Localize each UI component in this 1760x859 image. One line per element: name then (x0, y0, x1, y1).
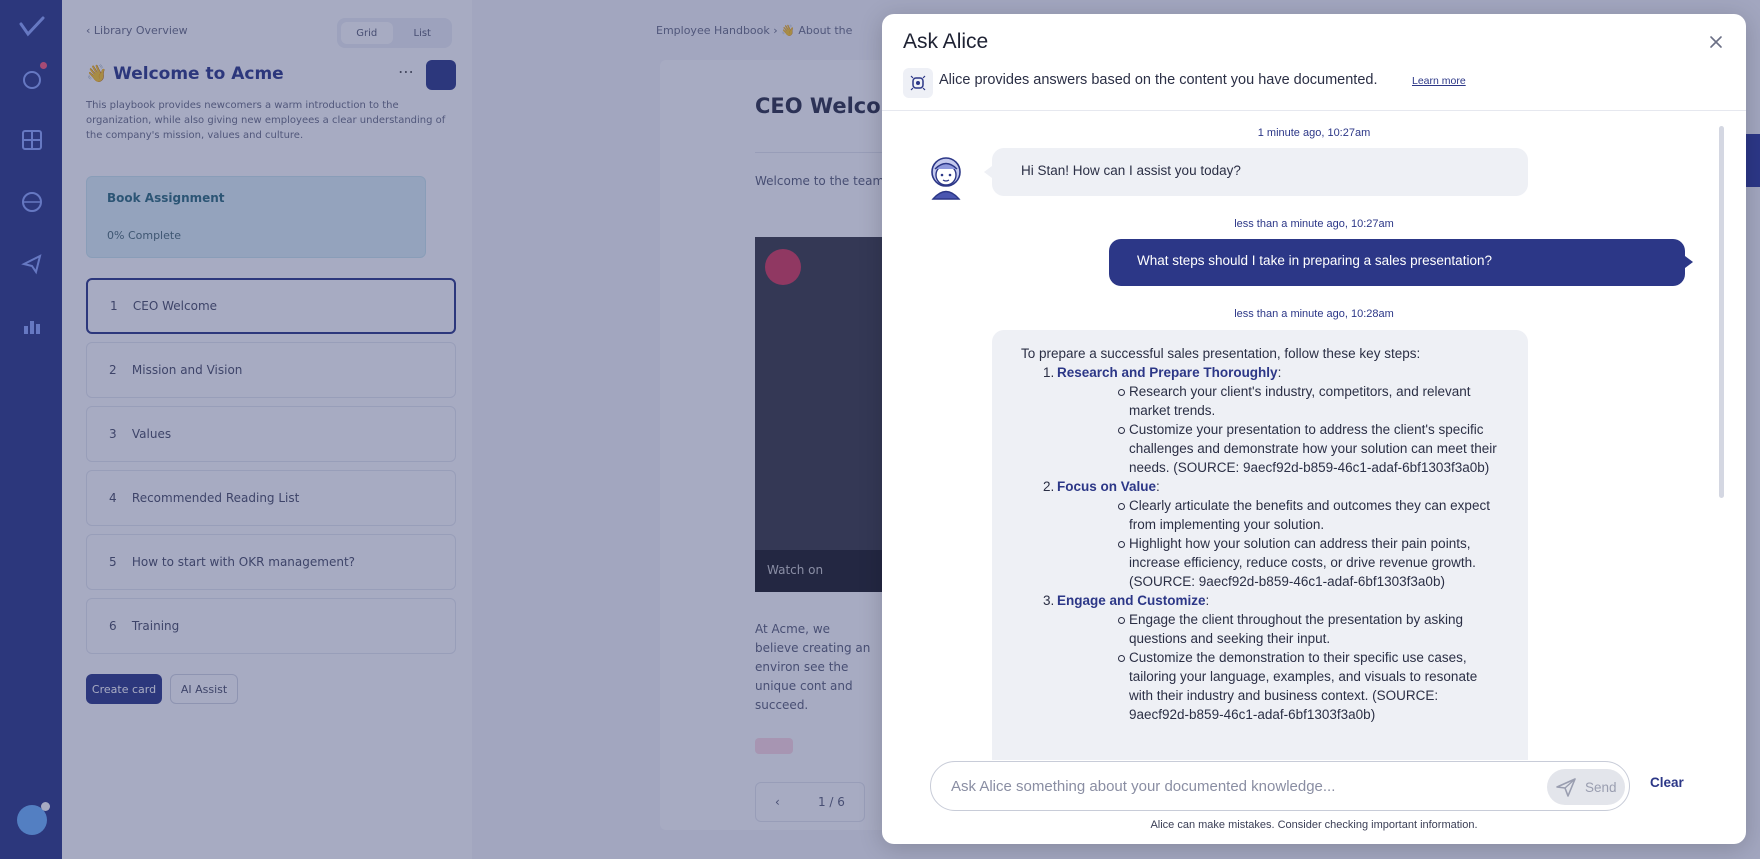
step-point: Customize the demonstration to their spe… (1057, 648, 1500, 724)
step-point: Engage the client throughout the present… (1057, 610, 1500, 648)
answer-step: 1. Research and Prepare Thoroughly: Rese… (1021, 363, 1500, 477)
step-points: Clearly articulate the benefits and outc… (1057, 496, 1500, 591)
send-icon (1556, 778, 1576, 797)
step-number: 2. (1043, 479, 1055, 494)
message-timestamp: less than a minute ago, 10:28am (1234, 308, 1394, 320)
send-button[interactable]: Send (1547, 769, 1625, 805)
step-point: Clearly articulate the benefits and outc… (1057, 496, 1500, 534)
close-icon (1710, 36, 1722, 48)
learn-more-link[interactable]: Learn more (1412, 75, 1466, 87)
chat-thread[interactable]: 1 minute ago, 10:27am Hi Stan! How can I… (882, 112, 1746, 760)
modal-title: Ask Alice (903, 30, 989, 53)
step-point: Customize your presentation to address t… (1057, 420, 1500, 477)
answer-step: 3. Engage and Customize: Engage the clie… (1021, 591, 1500, 724)
step-title: Research and Prepare Thoroughly (1057, 365, 1278, 380)
ask-alice-modal: Ask Alice Alice provides answers based o… (882, 14, 1746, 844)
chat-scrollbar[interactable] (1719, 126, 1724, 498)
brain-icon (903, 68, 933, 98)
step-points: Research your client's industry, competi… (1057, 382, 1500, 477)
clear-button[interactable]: Clear (1650, 775, 1684, 790)
step-title: Focus on Value (1057, 479, 1157, 494)
ask-input[interactable] (951, 775, 1471, 797)
answer-step: 2. Focus on Value: Clearly articulate th… (1021, 477, 1500, 591)
composer: Send (930, 761, 1630, 811)
modal-header: Ask Alice Alice provides answers based o… (882, 14, 1746, 111)
alice-avatar-icon (927, 154, 965, 200)
step-point: Highlight how your solution can address … (1057, 534, 1500, 591)
step-title: Engage and Customize (1057, 593, 1206, 608)
disclaimer: Alice can make mistakes. Consider checki… (1150, 819, 1478, 831)
user-message: What steps should I take in preparing a … (1109, 239, 1693, 286)
message-timestamp: 1 minute ago, 10:27am (1257, 127, 1371, 139)
step-number: 3. (1043, 593, 1055, 608)
send-label: Send (1585, 779, 1617, 795)
answer-intro: To prepare a successful sales presentati… (1021, 346, 1421, 361)
info-text: Alice provides answers based on the cont… (939, 72, 1378, 88)
step-number: 1. (1043, 365, 1055, 380)
step-point: Research your client's industry, competi… (1057, 382, 1500, 420)
bot-message: Hi Stan! How can I assist you today? (984, 148, 1528, 196)
answer-steps: 1. Research and Prepare Thoroughly: Rese… (1021, 363, 1500, 724)
close-button[interactable] (1704, 30, 1728, 54)
step-points: Engage the client throughout the present… (1057, 610, 1500, 724)
bot-answer: To prepare a successful sales presentati… (992, 330, 1528, 760)
message-timestamp: less than a minute ago, 10:27am (1234, 218, 1394, 230)
